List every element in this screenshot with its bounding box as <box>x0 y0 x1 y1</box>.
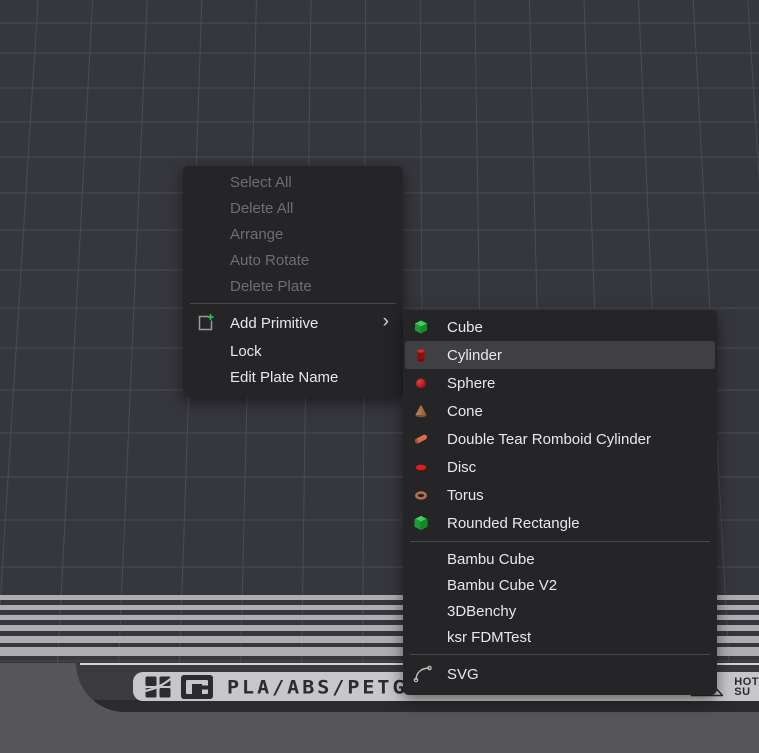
window-curve-logo-icon <box>145 676 171 698</box>
submenu-item-disc[interactable]: Disc <box>405 453 715 481</box>
submenu-item-torus[interactable]: Torus <box>405 481 715 509</box>
sphere-icon <box>413 375 429 391</box>
add-primitive-icon <box>195 313 215 333</box>
menu-item-auto-rotate: Auto Rotate <box>183 247 403 273</box>
romboid-cylinder-icon <box>413 431 429 447</box>
menu-item-add-primitive[interactable]: Add Primitive › <box>183 308 403 338</box>
submenu-item-cube[interactable]: Cube <box>405 313 715 341</box>
context-menu: Select All Delete All Arrange Auto Rotat… <box>183 166 403 397</box>
submenu-item-bambu-cube-v2[interactable]: Bambu Cube V2 <box>405 572 715 598</box>
menu-item-lock[interactable]: Lock <box>183 338 403 364</box>
plate-edge-shadow <box>76 700 759 712</box>
menu-separator <box>410 541 710 542</box>
hot-surface-warning-text: HOT SU <box>734 677 759 697</box>
submenu-item-cone[interactable]: Cone <box>405 397 715 425</box>
add-primitive-submenu: Cube Cylinder <box>403 310 717 695</box>
3d-viewport[interactable]: PLA/ABS/PETG HOT SU Select All Delete Al… <box>0 0 759 753</box>
plate-material-label: PLA/ABS/PETG <box>227 675 408 697</box>
menu-item-arrange: Arrange <box>183 221 403 247</box>
menu-item-delete-plate: Delete Plate <box>183 273 403 299</box>
submenu-item-rounded-rectangle[interactable]: Rounded Rectangle <box>405 509 715 537</box>
cylinder-icon <box>413 347 429 363</box>
submenu-item-3dbenchy[interactable]: 3DBenchy <box>405 598 715 624</box>
menu-item-label: Add Primitive <box>230 315 318 332</box>
cone-icon <box>413 403 429 419</box>
menu-item-delete-all: Delete All <box>183 195 403 221</box>
torus-icon <box>413 487 429 503</box>
submenu-item-bambu-cube[interactable]: Bambu Cube <box>405 546 715 572</box>
bezier-curve-icon <box>413 664 433 684</box>
menu-item-edit-plate-name[interactable]: Edit Plate Name <box>183 364 403 390</box>
submenu-item-sphere[interactable]: Sphere <box>405 369 715 397</box>
chevron-right-icon: › <box>383 311 389 333</box>
submenu-item-cylinder[interactable]: Cylinder <box>405 341 715 369</box>
menu-separator <box>190 303 396 304</box>
submenu-item-svg[interactable]: SVG <box>405 659 715 689</box>
q-logo-icon <box>181 675 213 699</box>
menu-separator <box>410 654 710 655</box>
cube-icon <box>413 319 429 335</box>
submenu-item-double-tear-romboid-cylinder[interactable]: Double Tear Romboid Cylinder <box>405 425 715 453</box>
rounded-rectangle-icon <box>413 515 429 531</box>
disc-icon <box>413 459 429 475</box>
submenu-item-ksr-fdmtest[interactable]: ksr FDMTest <box>405 624 715 650</box>
menu-item-select-all: Select All <box>183 169 403 195</box>
